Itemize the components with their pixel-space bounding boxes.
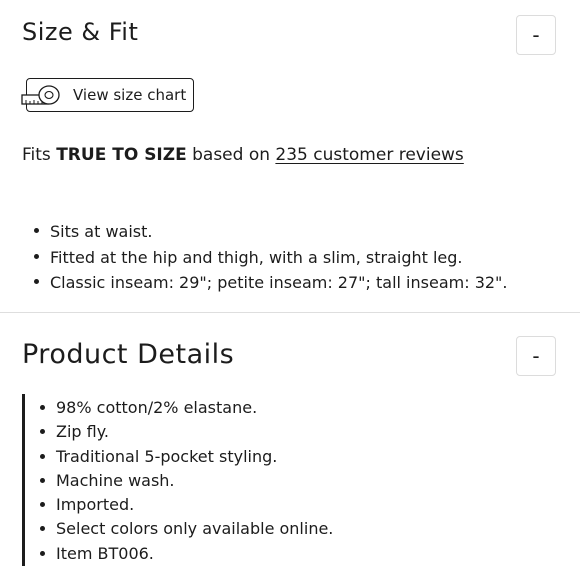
list-item: Item BT006. (38, 542, 333, 566)
fit-summary: Fits TRUE TO SIZE based on 235 customer … (22, 145, 464, 165)
list-item: Fitted at the hip and thigh, with a slim… (32, 245, 508, 271)
customer-reviews-link[interactable]: 235 customer reviews (275, 145, 463, 165)
list-item: Traditional 5-pocket styling. (38, 445, 333, 469)
fit-value: TRUE TO SIZE (56, 145, 187, 165)
size-fit-title: Size & Fit (22, 18, 139, 46)
list-item: Select colors only available online. (38, 517, 333, 541)
fit-middle: based on (186, 145, 276, 165)
size-fit-collapse-button[interactable]: - (516, 15, 556, 55)
details-accent-rule (22, 394, 25, 566)
product-details-collapse-button[interactable]: - (516, 336, 556, 376)
list-item: Imported. (38, 493, 333, 517)
view-size-chart-label: View size chart (73, 86, 187, 104)
details-bullet-list: 98% cotton/2% elastane. Zip fly. Traditi… (38, 396, 333, 566)
section-divider (0, 312, 580, 313)
list-item: 98% cotton/2% elastane. (38, 396, 333, 420)
view-size-chart-button[interactable]: View size chart (21, 78, 194, 112)
list-item: Classic inseam: 29"; petite inseam: 27";… (32, 270, 508, 296)
list-item: Zip fly. (38, 420, 333, 444)
fit-bullet-list: Sits at waist. Fitted at the hip and thi… (32, 219, 508, 296)
list-item: Machine wash. (38, 469, 333, 493)
measuring-tape-icon (21, 85, 60, 105)
fit-prefix: Fits (22, 145, 57, 165)
product-details-title: Product Details (22, 339, 235, 370)
list-item: Sits at waist. (32, 219, 508, 245)
